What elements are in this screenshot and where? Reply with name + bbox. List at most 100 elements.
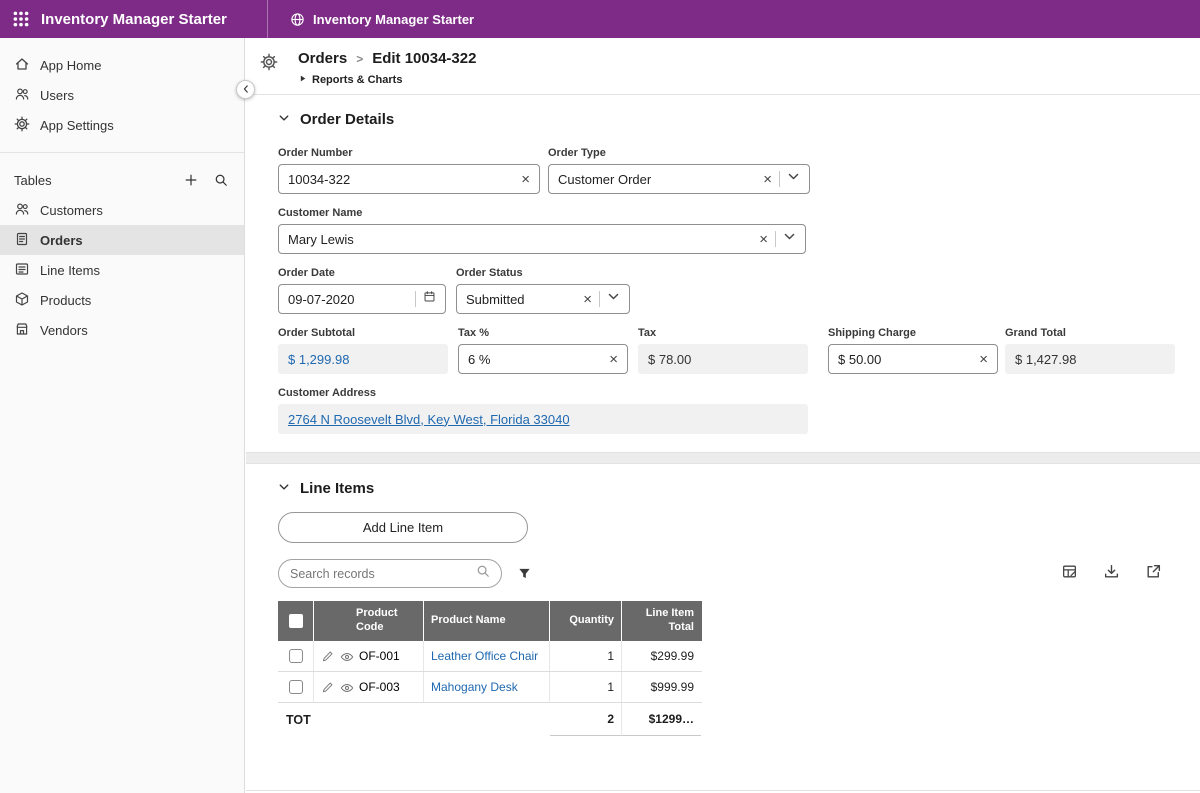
customer-address-link[interactable]: 2764 N Roosevelt Blvd, Key West, Florida… [288,412,570,427]
search-records-input[interactable] [290,567,470,581]
col-product-code: Product Code [314,601,424,641]
customer-name-label: Customer Name [278,207,806,219]
order-type-field: × [548,164,810,194]
sidebar-item-app-home[interactable]: App Home [0,50,244,80]
product-code-cell: OF-003 [359,680,400,694]
chevron-down-icon[interactable] [787,170,800,188]
table-item-label: Products [40,293,91,308]
row-checkbox[interactable] [289,680,303,694]
home-icon [14,56,30,75]
download-icon[interactable] [1103,563,1120,585]
clear-icon[interactable]: × [583,292,592,307]
tables-section-label: Tables [14,173,52,188]
page-title: Inventory Manager Starter [313,12,474,27]
shipping-charge-input[interactable] [838,352,972,367]
order-details-section: Order Details Order Number × Order Type … [246,95,1200,452]
order-date-field [278,284,446,314]
section-separator [246,452,1200,464]
row-edit-icon[interactable] [321,650,334,663]
reports-charts-link[interactable]: Reports & Charts [298,74,476,86]
table-header-row: Product Code Product Name Quantity Line … [278,601,702,641]
order-type-input[interactable] [558,172,756,187]
customer-name-input[interactable] [288,232,752,247]
sidebar: App Home Users App Settings Tables Custo… [0,38,245,793]
section-title-label: Order Details [300,111,394,128]
bottom-divider [246,790,1200,791]
clear-icon[interactable]: × [521,172,530,187]
col-quantity: Quantity [550,601,622,641]
sidebar-item-users[interactable]: Users [0,80,244,110]
quantity-cell: 1 [550,641,622,671]
filter-icon[interactable] [517,566,532,581]
grand-total-value: $ 1,427.98 [1005,344,1175,374]
sidebar-table-line-items[interactable]: Line Items [0,255,244,285]
row-checkbox[interactable] [289,649,303,663]
vendors-icon [14,321,30,340]
table-row: OF-001 Leather Office Chair 1 $299.99 [278,641,702,672]
line-items-section-toggle[interactable]: Line Items [278,480,1176,497]
sidebar-table-orders[interactable]: Orders [0,225,244,255]
row-edit-icon[interactable] [321,681,334,694]
reports-charts-label: Reports & Charts [312,74,402,86]
sidebar-table-customers[interactable]: Customers [0,195,244,225]
apps-grid-icon[interactable] [12,10,30,28]
col-line-item-total: Line Item Total [622,601,701,641]
sidebar-table-products[interactable]: Products [0,285,244,315]
field-divider [599,291,600,307]
customers-icon [14,201,30,220]
line-items-icon [14,261,30,280]
sidebar-collapse-button[interactable] [236,80,255,99]
triangle-right-icon [298,74,307,86]
order-number-input[interactable] [288,172,514,187]
add-table-icon[interactable] [184,173,198,187]
breadcrumb: Orders > Edit 10034-322 [298,50,476,67]
main-content: Orders > Edit 10034-322 Reports & Charts… [246,38,1200,793]
customer-address-label: Customer Address [278,387,808,399]
line-item-total-cell: $299.99 [622,641,701,671]
line-item-grand-total: $1299… [622,703,701,736]
customer-address-box: 2764 N Roosevelt Blvd, Key West, Florida… [278,404,808,434]
clear-icon[interactable]: × [979,352,988,367]
order-date-label: Order Date [278,267,446,279]
row-view-icon[interactable] [340,681,353,694]
gear-icon [14,116,30,135]
product-name-link[interactable]: Leather Office Chair [431,649,538,663]
select-all-checkbox[interactable] [289,614,303,628]
order-date-input[interactable] [288,292,408,307]
table-item-label: Line Items [40,263,100,278]
bulk-edit-icon[interactable] [1061,563,1078,585]
customer-name-field: × [278,224,806,254]
sidebar-table-vendors[interactable]: Vendors [0,315,244,345]
open-external-icon[interactable] [1145,563,1162,585]
sidebar-item-app-settings[interactable]: App Settings [0,110,244,140]
line-items-table: Product Code Product Name Quantity Line … [278,601,702,736]
sidebar-item-label: App Settings [40,118,114,133]
page-header: Orders > Edit 10034-322 Reports & Charts [246,38,1200,95]
products-icon [14,291,30,310]
clear-icon[interactable]: × [609,352,618,367]
clear-icon[interactable]: × [763,172,772,187]
order-details-section-toggle[interactable]: Order Details [278,111,1176,128]
breadcrumb-orders[interactable]: Orders [298,50,347,67]
totals-label: TOT [278,703,550,736]
tax-percent-input[interactable] [468,352,602,367]
col-product-name: Product Name [424,601,550,641]
chevron-down-icon[interactable] [607,290,620,308]
order-status-field: × [456,284,630,314]
search-tables-icon[interactable] [214,173,228,187]
order-status-input[interactable] [466,292,576,307]
add-line-item-button[interactable]: Add Line Item [278,512,528,543]
row-view-icon[interactable] [340,650,353,663]
calendar-icon[interactable] [423,290,436,308]
tax-value: $ 78.00 [638,344,808,374]
chevron-down-icon[interactable] [783,230,796,248]
table-item-label: Customers [40,203,103,218]
table-item-label: Orders [40,233,83,248]
clear-icon[interactable]: × [759,232,768,247]
breadcrumb-current: Edit 10034-322 [372,50,476,67]
tax-percent-label: Tax % [458,327,628,339]
page-settings-icon[interactable] [260,53,278,71]
product-name-link[interactable]: Mahogany Desk [431,680,518,694]
search-records-field [278,559,502,588]
shipping-charge-field: × [828,344,998,374]
